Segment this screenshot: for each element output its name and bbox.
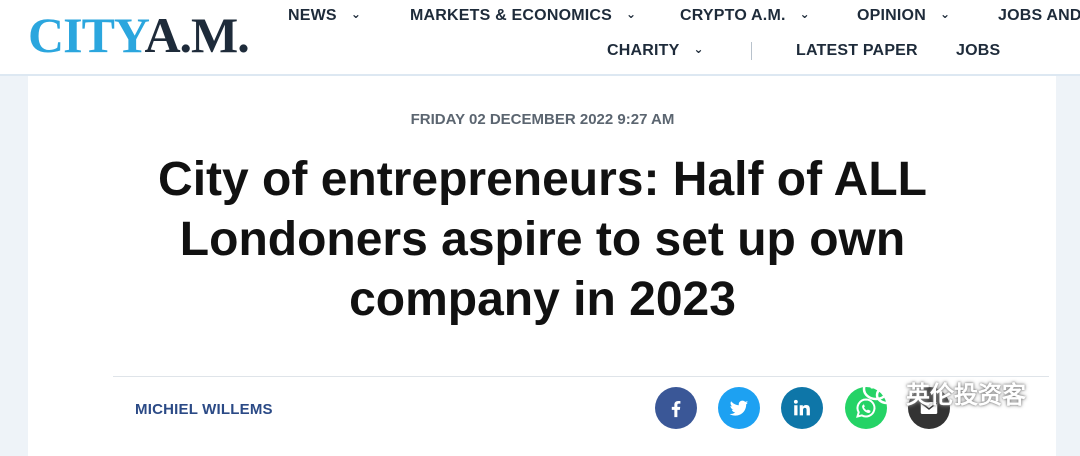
chevron-down-icon: ⌄ xyxy=(939,7,951,21)
nav-item-charity[interactable]: CHARITY ⌄ xyxy=(607,42,704,60)
watermark: 英伦投资客 xyxy=(862,374,1026,410)
twitter-icon xyxy=(729,400,749,416)
nav-item-markets-economics[interactable]: MARKETS & ECONOMICS ⌄ xyxy=(410,7,636,25)
nav-item-jobs-and[interactable]: JOBS AND xyxy=(998,7,1080,25)
nav-label: LATEST PAPER xyxy=(796,42,918,59)
site-header: CITYA.M. NEWS ⌄ MARKETS & ECONOMICS ⌄ CRYP… xyxy=(0,0,1080,76)
chevron-down-icon: ⌄ xyxy=(626,7,637,21)
site-logo[interactable]: CITYA.M. xyxy=(28,7,250,63)
nav-label: OPINION xyxy=(857,7,926,24)
chevron-down-icon: ⌄ xyxy=(799,7,810,21)
nav-item-jobs[interactable]: JOBS xyxy=(956,42,1000,60)
linkedin-icon xyxy=(793,399,810,416)
author-link[interactable]: MICHIEL WILLEMS xyxy=(135,401,273,418)
share-twitter-button[interactable] xyxy=(718,387,760,429)
chevron-down-icon: ⌄ xyxy=(350,7,362,21)
nav-item-news[interactable]: NEWS ⌄ xyxy=(288,7,361,25)
watermark-text: 英伦投资客 xyxy=(906,381,1026,409)
headline-line: City of entrepreneurs: Half of ALL xyxy=(158,153,927,206)
nav-item-opinion[interactable]: OPINION ⌄ xyxy=(857,7,950,25)
nav-label: CHARITY xyxy=(607,42,680,59)
nav-label: CRYPTO A.M. xyxy=(680,7,786,24)
headline-line: company in 2023 xyxy=(349,273,736,326)
headline-line: Londoners aspire to set up own xyxy=(179,213,906,266)
nav-item-crypto-am[interactable]: CRYPTO A.M. ⌄ xyxy=(680,7,810,25)
nav-label: NEWS xyxy=(288,7,337,24)
logo-am: A.M. xyxy=(144,7,249,63)
logo-city: CITY xyxy=(28,7,145,63)
article-headline: City of entrepreneurs: Half of ALL Londo… xyxy=(60,150,1025,330)
share-facebook-button[interactable] xyxy=(655,387,697,429)
nav-divider xyxy=(751,42,752,60)
article-date: FRIDAY 02 DECEMBER 2022 9:27 AM xyxy=(410,111,675,128)
nav-item-latest-paper[interactable]: LATEST PAPER xyxy=(796,42,918,60)
nav-label: JOBS AND xyxy=(998,7,1080,24)
nav-label: JOBS xyxy=(956,42,1001,59)
wechat-icon xyxy=(862,377,899,405)
nav-label: MARKETS & ECONOMICS xyxy=(410,7,613,24)
facebook-icon xyxy=(671,400,681,418)
share-linkedin-button[interactable] xyxy=(781,387,823,429)
chevron-down-icon: ⌄ xyxy=(693,42,704,56)
